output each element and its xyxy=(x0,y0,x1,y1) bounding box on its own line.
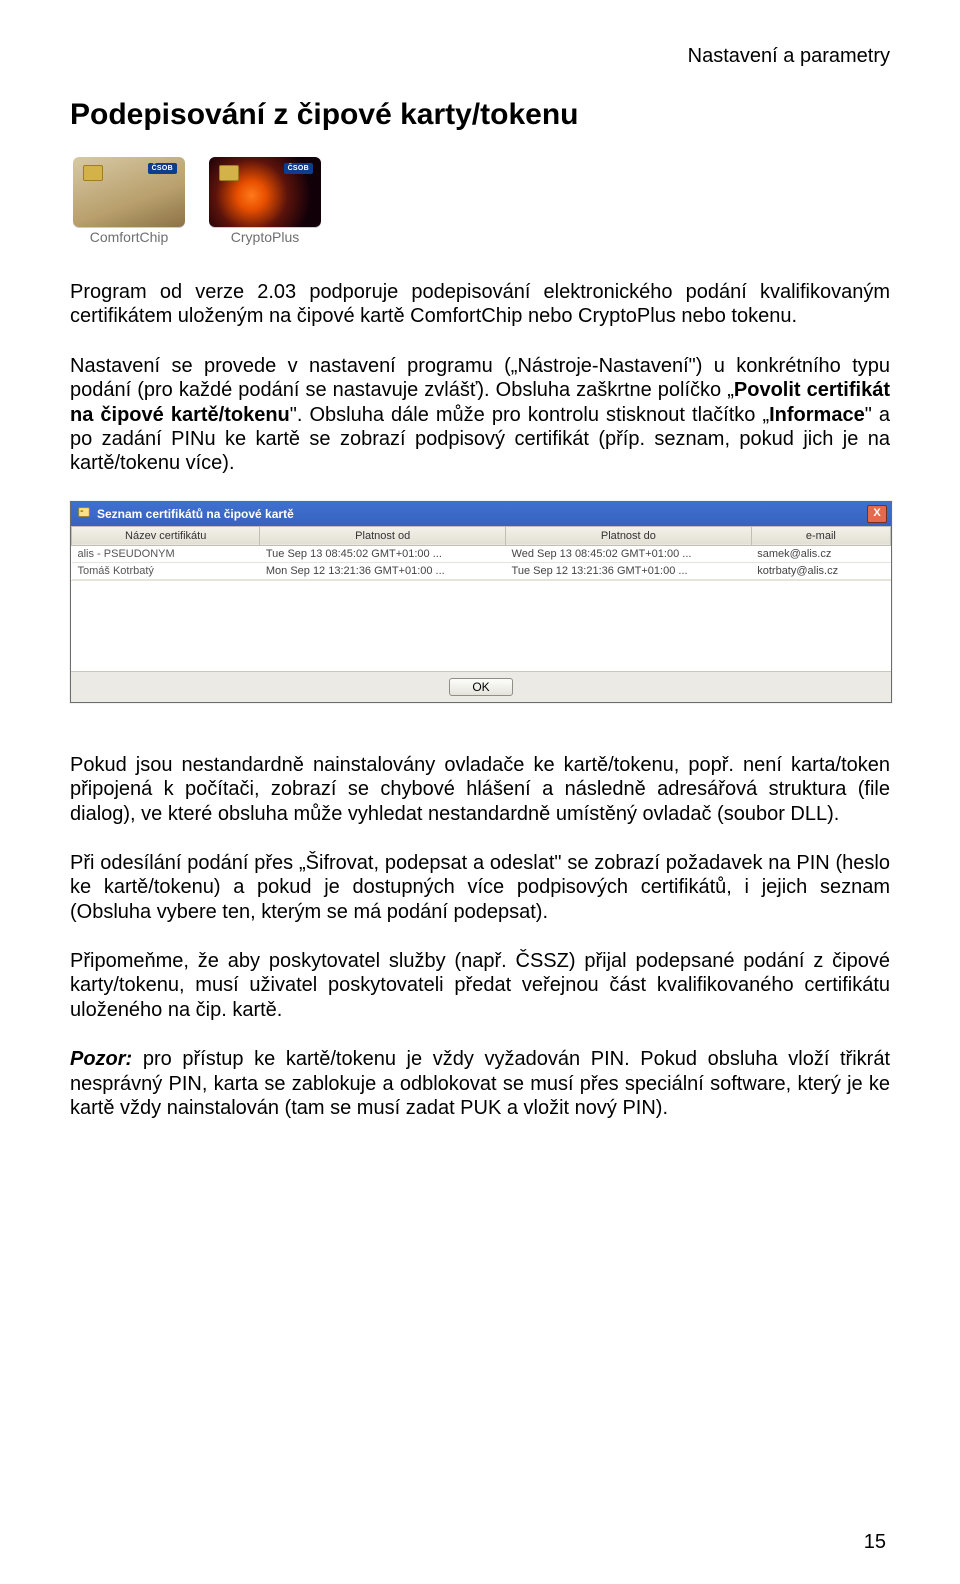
paragraph-2: Nastavení se provede v nastavení program… xyxy=(70,354,890,476)
col-valid-from[interactable]: Platnost od xyxy=(260,526,506,545)
dialog-title-text: Seznam certifikátů na čipové kartě xyxy=(97,507,294,521)
section-title: Podepisování z čipové karty/tokenu xyxy=(70,98,890,132)
table-header-row: Název certifikátu Platnost od Platnost d… xyxy=(72,526,891,545)
page-header: Nastavení a parametry xyxy=(70,45,890,68)
cell-name: alis - PSEUDONYM xyxy=(72,545,260,562)
p6-warn-label: Pozor: xyxy=(70,1048,132,1070)
p2-part-b: ". Obsluha dále může pro kontrolu stiskn… xyxy=(290,404,769,426)
csob-badge: ČSOB xyxy=(284,163,313,174)
paragraph-1: Program od verze 2.03 podporuje podepiso… xyxy=(70,280,890,329)
table-row[interactable]: Tomáš Kotrbatý Mon Sep 12 13:21:36 GMT+0… xyxy=(72,562,891,579)
dialog-footer: OK xyxy=(71,671,891,702)
dialog-titlebar: Seznam certifikátů na čipové kartě X xyxy=(71,502,891,526)
cell-email: samek@alis.cz xyxy=(751,545,890,562)
cryptoplus-label: CryptoPlus xyxy=(206,229,324,245)
paragraph-3: Pokud jsou nestandardně nainstalovány ov… xyxy=(70,753,890,826)
ok-button[interactable]: OK xyxy=(449,678,513,696)
certificate-icon xyxy=(77,505,91,522)
col-name[interactable]: Název certifikátu xyxy=(72,526,260,545)
col-email[interactable]: e-mail xyxy=(751,526,890,545)
comfortchip-image: ČSOB xyxy=(73,157,185,227)
certificate-dialog: Seznam certifikátů na čipové kartě X Náz… xyxy=(70,501,892,703)
cell-email: kotrbaty@alis.cz xyxy=(751,562,890,579)
card-comfortchip: ČSOB ComfortChip xyxy=(70,157,188,245)
p2-bold-2: Informace xyxy=(769,404,865,426)
paragraph-4: Při odesílání podání přes „Šifrovat, pod… xyxy=(70,851,890,924)
table-row[interactable]: alis - PSEUDONYM Tue Sep 13 08:45:02 GMT… xyxy=(72,545,891,562)
chip-icon xyxy=(83,165,103,181)
dialog-empty-area xyxy=(71,580,891,671)
page-number: 15 xyxy=(864,1531,886,1554)
p6-body: pro přístup ke kartě/tokenu je vždy vyža… xyxy=(70,1048,890,1119)
chip-icon xyxy=(219,165,239,181)
csob-badge: ČSOB xyxy=(148,163,177,174)
comfortchip-label: ComfortChip xyxy=(70,229,188,245)
cell-name: Tomáš Kotrbatý xyxy=(72,562,260,579)
cell-from: Mon Sep 12 13:21:36 GMT+01:00 ... xyxy=(260,562,506,579)
card-cryptoplus: ČSOB CryptoPlus xyxy=(206,157,324,245)
col-valid-to[interactable]: Platnost do xyxy=(506,526,752,545)
cell-to: Wed Sep 13 08:45:02 GMT+01:00 ... xyxy=(506,545,752,562)
dialog-close-button[interactable]: X xyxy=(867,505,887,523)
cell-to: Tue Sep 12 13:21:36 GMT+01:00 ... xyxy=(506,562,752,579)
cell-from: Tue Sep 13 08:45:02 GMT+01:00 ... xyxy=(260,545,506,562)
paragraph-6: Pozor: pro přístup ke kartě/tokenu je vž… xyxy=(70,1047,890,1120)
paragraph-5: Připomeňme, že aby poskytovatel služby (… xyxy=(70,949,890,1022)
certificate-table: Název certifikátu Platnost od Platnost d… xyxy=(71,526,891,580)
card-thumbnails: ČSOB ComfortChip ČSOB CryptoPlus xyxy=(70,157,890,245)
cryptoplus-image: ČSOB xyxy=(209,157,321,227)
